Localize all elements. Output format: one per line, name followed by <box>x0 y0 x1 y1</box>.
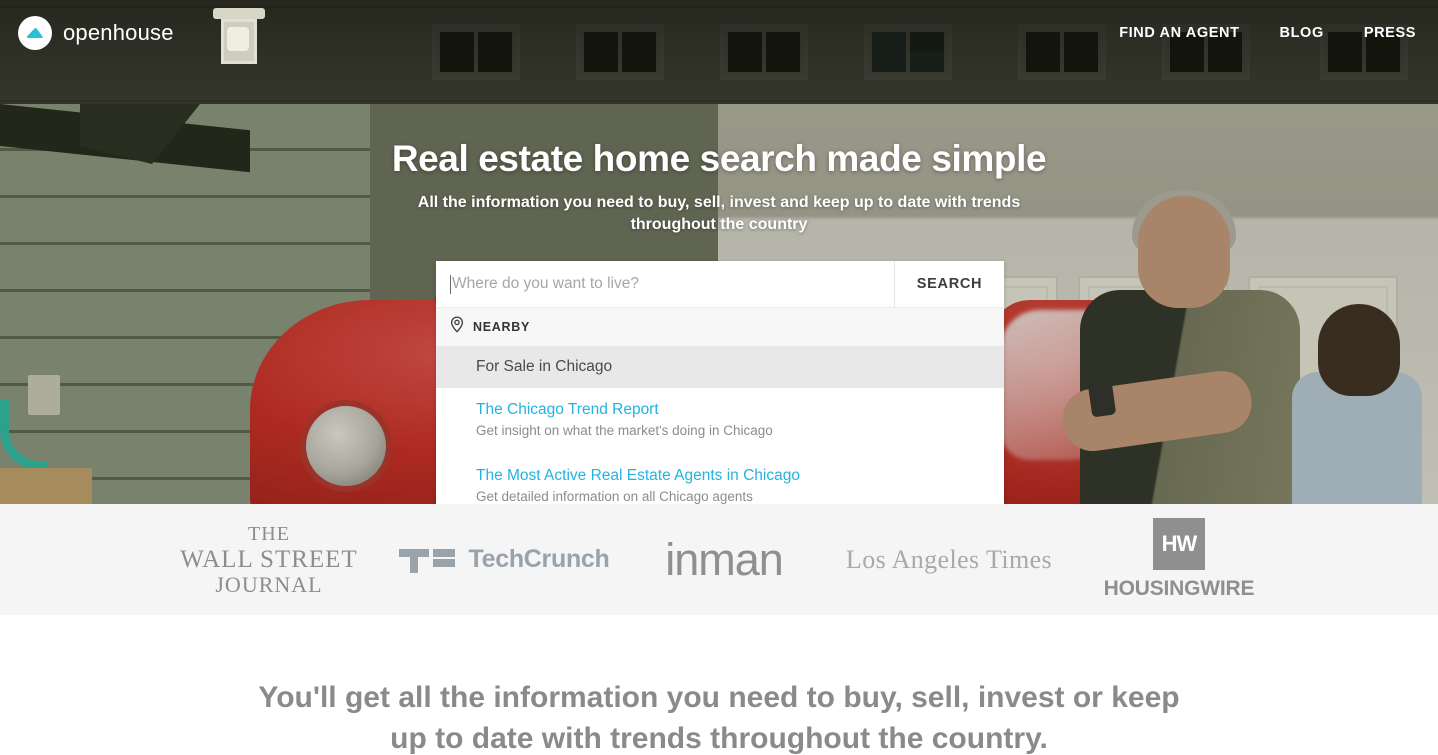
press-logo-techcrunch[interactable]: TechCrunch <box>384 545 624 574</box>
nav-links: FIND AN AGENT BLOG PRESS <box>1119 25 1416 41</box>
press-logo-inman[interactable]: inman <box>624 534 824 586</box>
suggestion-title: The Most Active Real Estate Agents in Ch… <box>476 467 800 484</box>
search-bar: SEARCH <box>436 261 1004 307</box>
suggestion-most-active-agents[interactable]: The Most Active Real Estate Agents in Ch… <box>436 454 1004 504</box>
brand-name: openhouse <box>63 20 174 45</box>
page-root: openhouse FIND AN AGENT BLOG PRESS Real … <box>0 0 1438 755</box>
search-widget: SEARCH NEARBY For Sale in Chicago <box>436 261 1004 504</box>
dropdown-section-nearby: NEARBY <box>436 308 1004 346</box>
suggestion-chicago-trend-report[interactable]: The Chicago Trend Report Get insight on … <box>436 388 1004 454</box>
press-logo-la-times[interactable]: Los Angeles Times <box>824 545 1074 575</box>
hero-section: openhouse FIND AN AGENT BLOG PRESS Real … <box>0 0 1438 504</box>
openhouse-roof-logo-icon <box>18 16 52 50</box>
text-caret <box>450 274 451 294</box>
map-pin-icon <box>450 316 464 338</box>
nav-link-blog[interactable]: BLOG <box>1280 25 1324 41</box>
suggestion-for-sale-in-chicago[interactable]: For Sale in Chicago <box>436 346 1004 388</box>
wsj-line-1: THE <box>248 523 290 545</box>
search-suggestions-dropdown: NEARBY For Sale in Chicago The Chicago T… <box>436 307 1004 504</box>
press-logos-strip: THE WALL STREET JOURNAL TechCrunch inman… <box>0 504 1438 615</box>
search-button[interactable]: SEARCH <box>894 261 1004 307</box>
housingwire-wordmark: HOUSINGWIRE <box>1103 577 1255 600</box>
housingwire-hw-mark: HW <box>1153 518 1205 570</box>
suggestion-subtitle: Get detailed information on all Chicago … <box>476 489 753 504</box>
la-times-wordmark: Los Angeles Times <box>845 544 1053 574</box>
value-proposition-headline: You'll get all the information you need … <box>258 681 1180 755</box>
brand-logo[interactable]: openhouse <box>18 16 174 50</box>
suggestion-subtitle: Get insight on what the market's doing i… <box>476 423 773 438</box>
search-field[interactable] <box>436 261 894 307</box>
dropdown-section-label: NEARBY <box>473 320 530 334</box>
nav-link-press[interactable]: PRESS <box>1364 25 1416 41</box>
search-input[interactable] <box>452 275 894 293</box>
page-title: Real estate home search made simple <box>391 138 1047 179</box>
hero-subtitle: All the information you need to buy, sel… <box>417 194 1021 233</box>
techcrunch-mark-icon <box>398 547 455 573</box>
techcrunch-wordmark: TechCrunch <box>468 545 610 573</box>
nav-link-find-an-agent[interactable]: FIND AN AGENT <box>1119 25 1239 41</box>
hero-copy: Real estate home search made simple All … <box>0 138 1438 236</box>
suggestion-label: For Sale in Chicago <box>476 358 613 375</box>
wsj-line-3: JOURNAL <box>215 572 323 597</box>
wsj-line-2: WALL STREET <box>180 546 358 573</box>
suggestion-title: The Chicago Trend Report <box>476 401 659 418</box>
value-proposition-section: You'll get all the information you need … <box>0 615 1438 755</box>
press-logo-housingwire[interactable]: HW HOUSINGWIRE <box>1074 518 1284 601</box>
top-navigation-bar: openhouse FIND AN AGENT BLOG PRESS <box>0 0 1438 66</box>
press-logo-wsj[interactable]: THE WALL STREET JOURNAL <box>154 522 384 597</box>
inman-wordmark: inman <box>665 533 784 585</box>
